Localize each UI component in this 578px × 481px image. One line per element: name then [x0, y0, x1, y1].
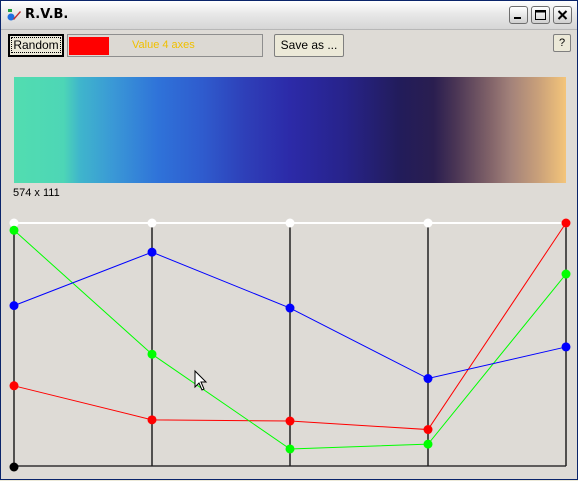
curve-3-point-4[interactable]: [423, 374, 433, 384]
curve-2-point-5[interactable]: [561, 269, 571, 279]
top-marker-4[interactable]: [423, 218, 433, 228]
curve-editor[interactable]: [1, 1, 578, 481]
curve-3-point-2[interactable]: [147, 247, 157, 257]
curve-3-point-5[interactable]: [561, 342, 571, 352]
curve-2-point-3[interactable]: [285, 444, 295, 454]
curve-3-point-3[interactable]: [285, 303, 295, 313]
curve-1-point-1[interactable]: [9, 381, 19, 391]
curve-1-point-3[interactable]: [285, 416, 295, 426]
origin-marker: [9, 462, 19, 472]
curve-2-point-2[interactable]: [147, 349, 157, 359]
curve-2-point-4[interactable]: [423, 439, 433, 449]
curve-1-point-2[interactable]: [147, 415, 157, 425]
top-marker-3[interactable]: [285, 218, 295, 228]
app-window: R.V.B. Random Value 4 axes Save as ... ?…: [0, 0, 578, 480]
mouse-cursor-icon: [194, 369, 208, 391]
top-marker-2[interactable]: [147, 218, 157, 228]
curve-3-point-1[interactable]: [9, 301, 19, 311]
curve-1-point-5[interactable]: [561, 218, 571, 228]
curve-1-point-4[interactable]: [423, 425, 433, 435]
curve-2-point-1[interactable]: [9, 225, 19, 235]
